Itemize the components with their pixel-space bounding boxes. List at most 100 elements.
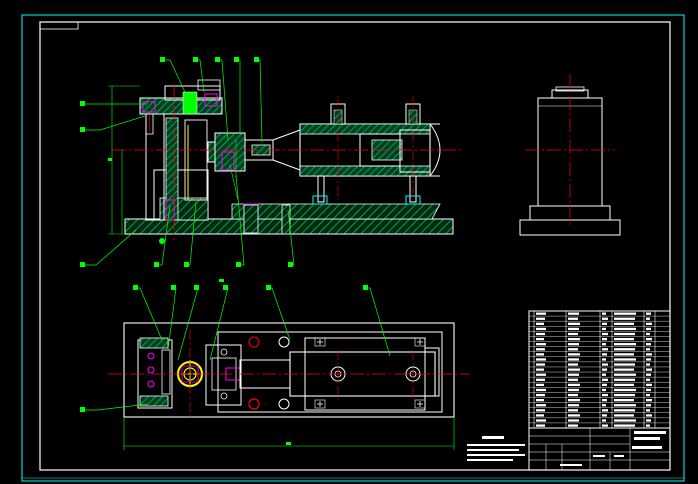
parts-list-cell bbox=[646, 414, 652, 417]
parts-list-cell bbox=[614, 327, 636, 331]
parts-list-cell bbox=[536, 368, 544, 371]
technical-notes bbox=[467, 436, 525, 461]
parts-list-cell bbox=[536, 393, 545, 397]
parts-list-cell bbox=[568, 414, 580, 417]
parts-list-cell bbox=[602, 348, 608, 351]
parts-list-cell bbox=[614, 363, 635, 366]
parts-list-cell bbox=[568, 404, 579, 407]
parts-list-cell bbox=[646, 358, 651, 361]
parts-list-cell bbox=[614, 312, 636, 315]
parts-list-cell bbox=[536, 348, 545, 351]
parts-list-cell bbox=[646, 317, 650, 320]
parts-list-cell bbox=[614, 348, 635, 351]
parts-list-cell bbox=[568, 409, 578, 412]
parts-list-cell bbox=[568, 363, 578, 366]
parts-list-cell bbox=[536, 317, 545, 320]
parts-list-cell bbox=[614, 378, 635, 381]
parts-list-cell bbox=[614, 404, 636, 407]
parts-list-cell bbox=[614, 322, 634, 325]
parts-list-cell bbox=[568, 358, 579, 361]
parts-list-cell bbox=[536, 414, 544, 417]
parts-list-cell bbox=[646, 337, 652, 341]
parts-list-cell bbox=[614, 419, 636, 422]
side-view bbox=[519, 74, 621, 236]
title-block bbox=[528, 310, 671, 471]
parts-list-cell bbox=[614, 332, 635, 336]
parts-list-cell bbox=[646, 343, 651, 346]
parts-list-cell bbox=[536, 332, 545, 336]
parts-list-cell bbox=[602, 337, 607, 341]
parts-list-cell bbox=[536, 358, 546, 361]
parts-list-cell bbox=[568, 332, 578, 336]
parts-list-cell bbox=[536, 373, 546, 376]
parts-list-cell bbox=[602, 358, 606, 361]
parts-list-cell bbox=[568, 378, 578, 381]
parts-list-cell bbox=[614, 373, 636, 376]
parts-list-cell bbox=[614, 358, 636, 361]
parts-list-cell bbox=[646, 348, 650, 351]
parts-list-cell bbox=[602, 317, 608, 320]
parts-list-cell bbox=[568, 343, 579, 346]
parts-list-cell bbox=[614, 317, 635, 320]
parts-list-cell bbox=[602, 419, 606, 422]
parts-list-cell bbox=[646, 363, 650, 366]
parts-list-cell bbox=[536, 327, 546, 331]
parts-list-cell bbox=[646, 399, 652, 402]
cad-drawing-viewport[interactable] bbox=[0, 0, 698, 484]
parts-list-cell bbox=[536, 383, 544, 387]
parts-list-cell bbox=[614, 424, 635, 427]
parts-list-cell bbox=[646, 388, 651, 392]
parts-list-cell bbox=[602, 409, 608, 412]
front-view bbox=[80, 57, 462, 267]
parts-list-cell bbox=[602, 383, 607, 387]
parts-list-cell bbox=[568, 388, 579, 392]
parts-list-cell bbox=[646, 332, 650, 336]
drawing-frame bbox=[21, 14, 685, 482]
parts-list-cell bbox=[646, 383, 652, 387]
parts-list-cell bbox=[536, 322, 544, 325]
parts-list-cell bbox=[614, 393, 635, 397]
top-view bbox=[80, 279, 470, 450]
parts-list-cell bbox=[536, 409, 545, 412]
parts-list-cell bbox=[602, 312, 606, 315]
parts-list-cell bbox=[646, 424, 650, 427]
parts-list-cell bbox=[568, 383, 580, 387]
parts-list-cell bbox=[568, 348, 578, 351]
parts-list-cell bbox=[536, 343, 546, 346]
parts-list-cell bbox=[568, 399, 580, 402]
parts-list-cell bbox=[614, 337, 634, 341]
parts-list-cell bbox=[602, 424, 608, 427]
parts-list-cell bbox=[646, 393, 650, 397]
parts-list-cell bbox=[614, 383, 634, 387]
parts-list-cell bbox=[646, 368, 652, 371]
parts-list-cell bbox=[536, 399, 544, 402]
parts-list-cell bbox=[602, 332, 608, 336]
parts-list-cell bbox=[602, 404, 606, 407]
parts-list-cell bbox=[602, 373, 606, 376]
parts-list-cell bbox=[536, 378, 545, 381]
parts-list-cell bbox=[536, 419, 546, 422]
parts-list-cell bbox=[568, 337, 580, 341]
parts-list-cell bbox=[568, 419, 579, 422]
parts-list-cell bbox=[568, 317, 578, 320]
parts-list-cell bbox=[536, 404, 546, 407]
parts-list-cell bbox=[568, 393, 578, 397]
parts-list-cell bbox=[602, 327, 606, 331]
parts-list-cell bbox=[646, 419, 651, 422]
parts-list-cell bbox=[602, 378, 608, 381]
parts-list-cell bbox=[602, 343, 606, 346]
parts-list-cell bbox=[646, 409, 650, 412]
parts-list-cell bbox=[536, 353, 544, 356]
parts-list-cell bbox=[536, 312, 546, 315]
parts-list-cell bbox=[646, 322, 652, 325]
parts-list-cell bbox=[646, 378, 650, 381]
parts-list-cell bbox=[614, 353, 634, 356]
parts-list-cell bbox=[568, 322, 580, 325]
parts-list-cell bbox=[646, 327, 651, 331]
parts-list-cell bbox=[614, 388, 636, 392]
parts-list-cell bbox=[602, 368, 607, 371]
parts-list-cell bbox=[602, 353, 607, 356]
parts-list-cell bbox=[536, 424, 545, 427]
parts-list-cell bbox=[614, 414, 634, 417]
parts-list-cell bbox=[602, 399, 607, 402]
